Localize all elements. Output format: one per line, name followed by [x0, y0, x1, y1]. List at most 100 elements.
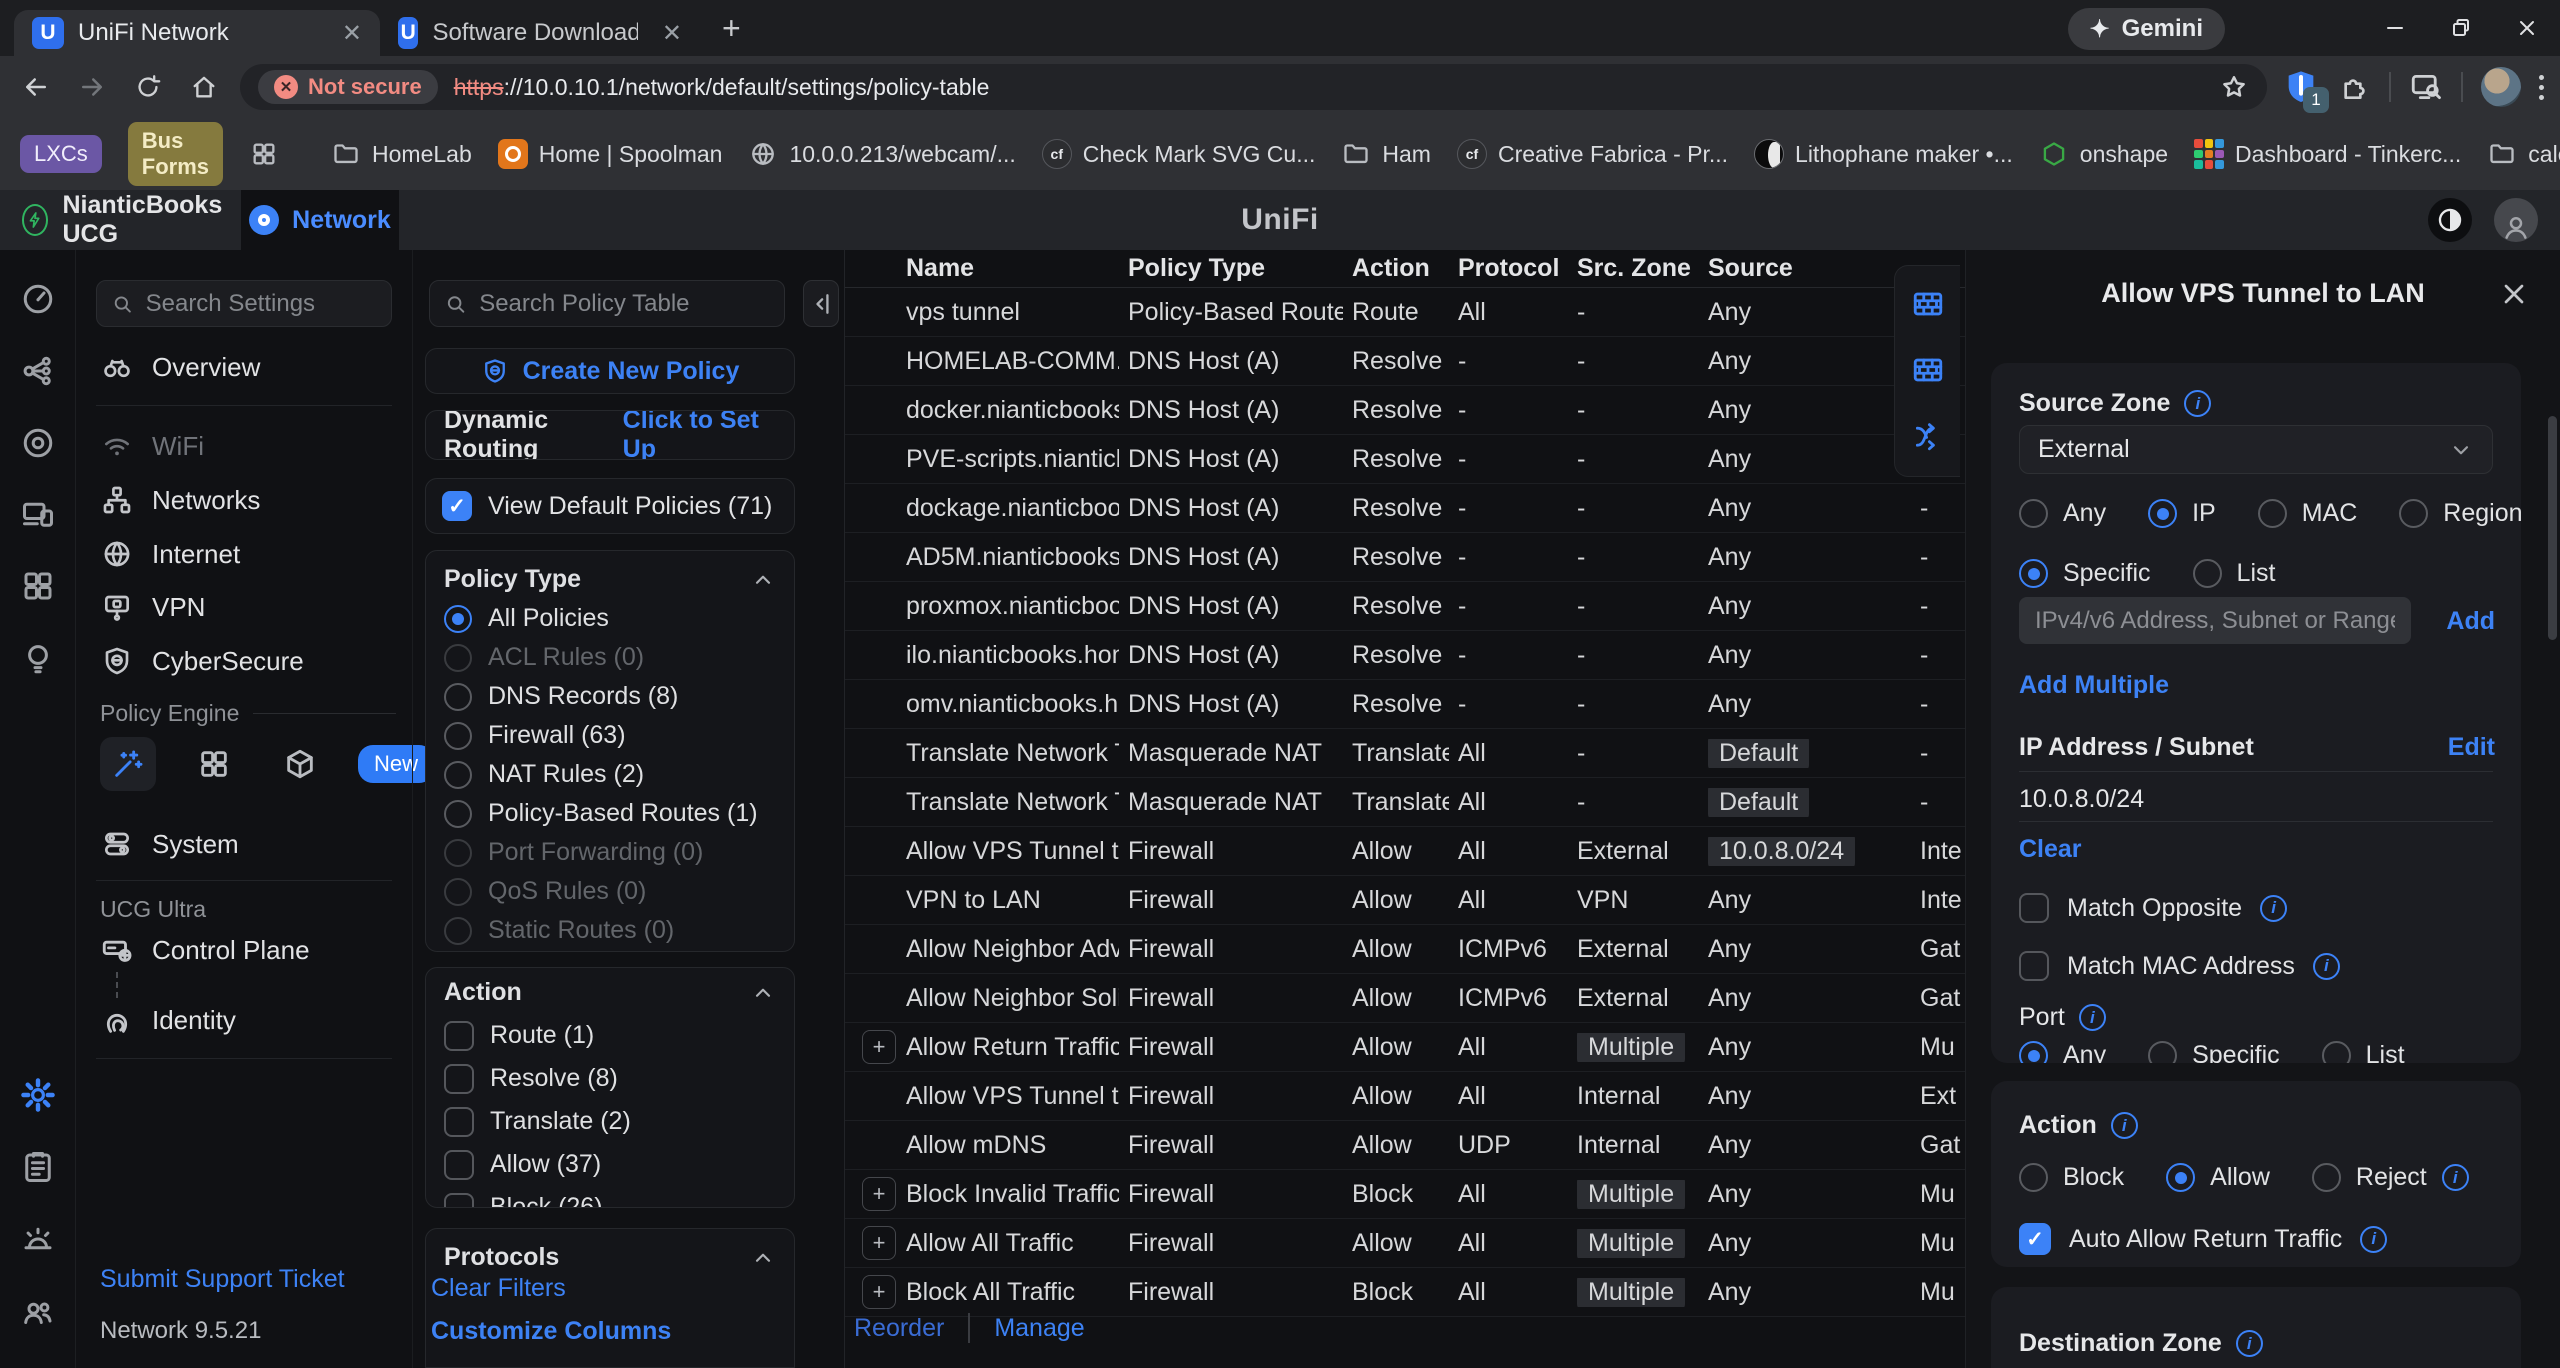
manage-link[interactable]: Manage [994, 1314, 1084, 1343]
info-icon[interactable]: i [2079, 1004, 2106, 1031]
bookmark-creative-fabrica[interactable]: cfCreative Fabrica - Pr... [1457, 139, 1728, 169]
sidebar-item-identity[interactable]: Identity [100, 1000, 236, 1040]
table-row[interactable]: Allow Neighbor Adv... Firewall Allow ICM… [845, 925, 1965, 974]
table-row[interactable]: + Allow Return Traffic Firewall Allow Al… [845, 1023, 1965, 1072]
table-row[interactable]: + Allow All Traffic Firewall Allow All M… [845, 1219, 1965, 1268]
table-row[interactable]: Allow VPS Tunnel to... Firewall Allow Al… [845, 1072, 1965, 1121]
collapse-chevron-icon[interactable] [750, 567, 776, 593]
bookmark-ham[interactable]: Ham [1341, 139, 1431, 169]
table-row[interactable]: docker.nianticbooks.... DNS Host (A) Res… [845, 386, 1965, 435]
match-mac-checkbox[interactable] [2019, 951, 2049, 981]
new-tab-button[interactable]: + [722, 10, 741, 47]
source-zone-select[interactable]: External [2019, 425, 2493, 474]
radio-region[interactable]: Region [2399, 499, 2521, 528]
panel-close-icon[interactable] [2498, 278, 2530, 310]
apps-grid-icon[interactable] [249, 139, 279, 169]
radio-icon[interactable] [444, 722, 472, 750]
action-filter-option[interactable]: Route (1) [444, 1014, 780, 1057]
create-new-policy-button[interactable]: Create New Policy [425, 348, 795, 394]
bookmark-onshape[interactable]: onshape [2039, 139, 2168, 169]
action-filter-option[interactable]: Allow (37) [444, 1143, 780, 1186]
col-src-zone[interactable]: Src. Zone [1568, 254, 1699, 283]
action-filter-option[interactable]: Block (26) [444, 1186, 780, 1208]
dynamic-routing-setup-link[interactable]: Click to Set Up [623, 410, 776, 460]
window-minimize-button[interactable] [2362, 0, 2428, 56]
col-protocol[interactable]: Protocol [1449, 254, 1568, 283]
apps-icon[interactable] [18, 566, 58, 606]
password-extension-icon[interactable]: 1 [2281, 67, 2321, 107]
policy-type-option[interactable]: NAT Rules (2) [444, 755, 780, 794]
dynamic-routing-card[interactable]: Dynamic Routing Click to Set Up [425, 410, 795, 460]
match-mac-row[interactable]: Match MAC Addressi [2019, 951, 2340, 981]
gemini-button[interactable]: ✦ Gemini [2068, 8, 2225, 50]
table-row[interactable]: Translate Network Tr... Masquerade NAT T… [845, 778, 1965, 827]
profile-avatar[interactable] [2481, 67, 2521, 107]
auto-allow-checkbox[interactable]: ✓ [2019, 1223, 2051, 1255]
back-icon[interactable] [8, 59, 64, 115]
table-row[interactable]: AD5M.nianticbooks.... DNS Host (A) Resol… [845, 533, 1965, 582]
bookmark-spoolman[interactable]: Home | Spoolman [498, 139, 723, 169]
view-default-checkbox[interactable]: ✓ [442, 491, 472, 521]
info-icon[interactable]: i [2313, 953, 2340, 980]
expand-row-icon[interactable]: + [862, 1226, 896, 1260]
ip-address-field[interactable] [2019, 597, 2411, 644]
theme-toggle-icon[interactable] [2428, 198, 2472, 242]
clear-filters-link[interactable]: Clear Filters [431, 1274, 566, 1303]
table-row[interactable]: Allow mDNS Firewall Allow UDP Internal A… [845, 1121, 1965, 1170]
col-source[interactable]: Source [1699, 254, 1911, 283]
clear-link[interactable]: Clear [2019, 835, 2082, 864]
bookmark-checkmark-svg[interactable]: cfCheck Mark SVG Cu... [1042, 139, 1316, 169]
radio-icon[interactable] [444, 605, 472, 633]
sidebar-item-networks[interactable]: Networks [100, 480, 260, 520]
tab-unifi-network[interactable]: U UniFi Network ✕ [14, 10, 380, 56]
match-opposite-checkbox[interactable] [2019, 893, 2049, 923]
checkbox-icon[interactable] [444, 1064, 474, 1094]
search-tabs-icon[interactable] [2409, 70, 2443, 104]
bookmark-tinkercad[interactable]: Dashboard - Tinkerc... [2194, 139, 2461, 169]
sidebar-item-overview[interactable]: Overview [100, 347, 260, 387]
table-row[interactable]: ilo.nianticbooks.home DNS Host (A) Resol… [845, 631, 1965, 680]
reorder-link[interactable]: Reorder [854, 1314, 944, 1343]
table-row[interactable]: VPN to LAN Firewall Allow All VPN Any In… [845, 876, 1965, 925]
radio-mac[interactable]: MAC [2258, 499, 2358, 528]
window-close-button[interactable] [2494, 0, 2560, 56]
radio-any[interactable]: Any [2019, 499, 2106, 528]
table-row[interactable]: HOMELAB-COMM... DNS Host (A) Resolve - -… [845, 337, 1965, 386]
policy-table-search[interactable] [429, 280, 785, 327]
policy-type-option[interactable]: QoS Rules (0) [444, 872, 780, 911]
expand-row-icon[interactable]: + [862, 1030, 896, 1064]
address-bar[interactable]: ✕ Not secure https://10.0.10.1/network/d… [240, 64, 2267, 110]
tab-software-downloads[interactable]: U Software Downloads - Ubiquiti ✕ [380, 10, 700, 56]
info-icon[interactable]: i [2260, 895, 2287, 922]
radio-reject[interactable]: Rejecti [2312, 1163, 2469, 1192]
expand-row-icon[interactable]: + [862, 1275, 896, 1309]
sidebar-item-cybersecure[interactable]: CyberSecure [100, 641, 304, 681]
devices-icon[interactable] [18, 423, 58, 463]
checkbox-icon[interactable] [444, 1193, 474, 1209]
collapse-chevron-icon[interactable] [750, 1245, 776, 1271]
view-default-policies-card[interactable]: ✓ View Default Policies (71) [425, 478, 795, 534]
table-row[interactable]: Allow Neighbor Soli... Firewall Allow IC… [845, 974, 1965, 1023]
radio-icon[interactable] [444, 800, 472, 828]
notifications-icon[interactable] [18, 1220, 58, 1260]
table-row[interactable]: Allow VPS Tunnel to... Firewall Allow Al… [845, 827, 1965, 876]
customize-columns-link[interactable]: Customize Columns [431, 1317, 671, 1346]
bookmark-calendar[interactable]: calendar [2487, 139, 2560, 169]
panel-scrollbar[interactable] [2548, 250, 2557, 1368]
radio-block[interactable]: Block [2019, 1163, 2124, 1192]
policy-table-icon[interactable] [186, 737, 242, 791]
table-row[interactable]: + Block Invalid Traffic Firewall Block A… [845, 1170, 1965, 1219]
radio-list[interactable]: List [2193, 559, 2276, 588]
col-name[interactable]: Name [897, 254, 1119, 283]
firewall-zones-icon[interactable] [1906, 282, 1950, 326]
window-restore-button[interactable] [2428, 0, 2494, 56]
sidebar-item-wifi[interactable]: WiFi [100, 426, 204, 466]
checkbox-icon[interactable] [444, 1107, 474, 1137]
admins-icon[interactable] [18, 1292, 58, 1332]
sidebar-item-vpn[interactable]: VPN [100, 587, 205, 627]
table-row[interactable]: omv.nianticbooks.ho... DNS Host (A) Reso… [845, 680, 1965, 729]
sidebar-item-control-plane[interactable]: Control Plane [100, 930, 310, 970]
match-opposite-row[interactable]: Match Oppositei [2019, 893, 2287, 923]
collapse-filter-panel-button[interactable] [803, 280, 839, 327]
settings-search[interactable] [96, 280, 392, 327]
